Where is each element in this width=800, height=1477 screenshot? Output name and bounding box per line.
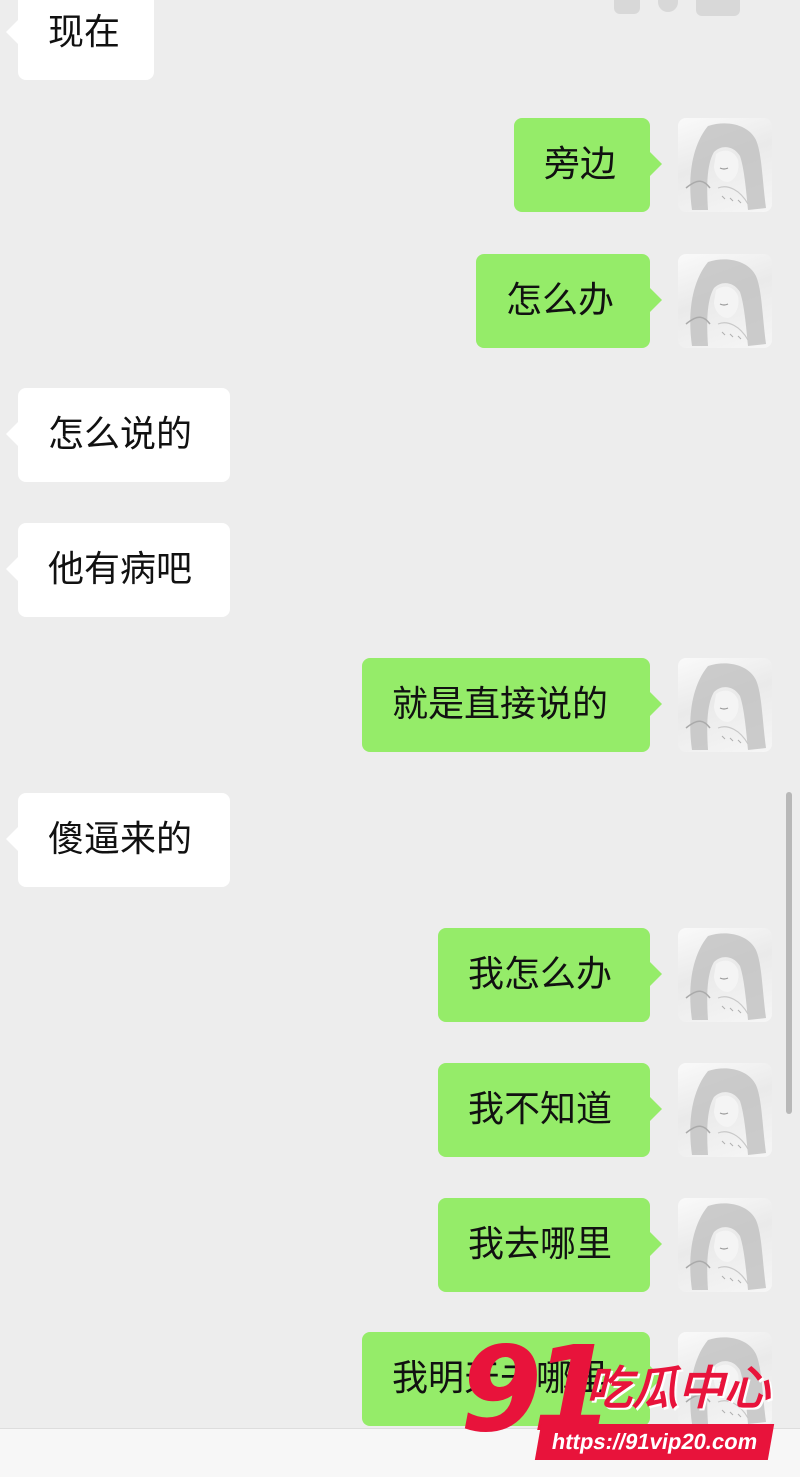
outgoing-message-bubble[interactable]: 我不知道 (438, 1063, 662, 1157)
watermark-text: 吃瓜中心 (586, 1361, 770, 1415)
outgoing-message-bubble[interactable]: 我怎么办 (438, 928, 662, 1022)
avatar-icon[interactable] (678, 254, 772, 348)
avatar-icon[interactable] (678, 118, 772, 212)
message-row: 我去哪里 (0, 1198, 800, 1294)
avatar-icon[interactable] (678, 658, 772, 752)
avatar-icon[interactable] (678, 1198, 772, 1292)
message-row: 现在 (0, 0, 800, 82)
message-row: 旁边 (0, 118, 800, 214)
message-row: 我怎么办 (0, 928, 800, 1024)
message-row: 就是直接说的 (0, 658, 800, 754)
message-row: 怎么说的 (0, 388, 800, 484)
outgoing-message-bubble[interactable]: 旁边 (514, 118, 662, 212)
message-row: 怎么办 (0, 254, 800, 350)
incoming-message-bubble[interactable]: 怎么说的 (6, 388, 230, 482)
message-row: 傻逼来的 (0, 793, 800, 889)
avatar-icon[interactable] (678, 928, 772, 1022)
incoming-message-bubble[interactable]: 现在 (6, 0, 154, 80)
message-row: 他有病吧 (0, 523, 800, 619)
outgoing-message-bubble[interactable]: 我去哪里 (438, 1198, 662, 1292)
avatar-icon[interactable] (678, 1063, 772, 1157)
outgoing-message-bubble[interactable]: 就是直接说的 (362, 658, 662, 752)
incoming-message-bubble[interactable]: 他有病吧 (6, 523, 230, 617)
scrollbar[interactable] (786, 792, 792, 1114)
watermark-logo: 91 吃瓜中心 https://91vip20.com (460, 1330, 790, 1465)
outgoing-message-bubble[interactable]: 怎么办 (476, 254, 662, 348)
message-row: 我不知道 (0, 1063, 800, 1159)
watermark-url: https://91vip20.com (534, 1424, 775, 1460)
incoming-message-bubble[interactable]: 傻逼来的 (6, 793, 230, 887)
